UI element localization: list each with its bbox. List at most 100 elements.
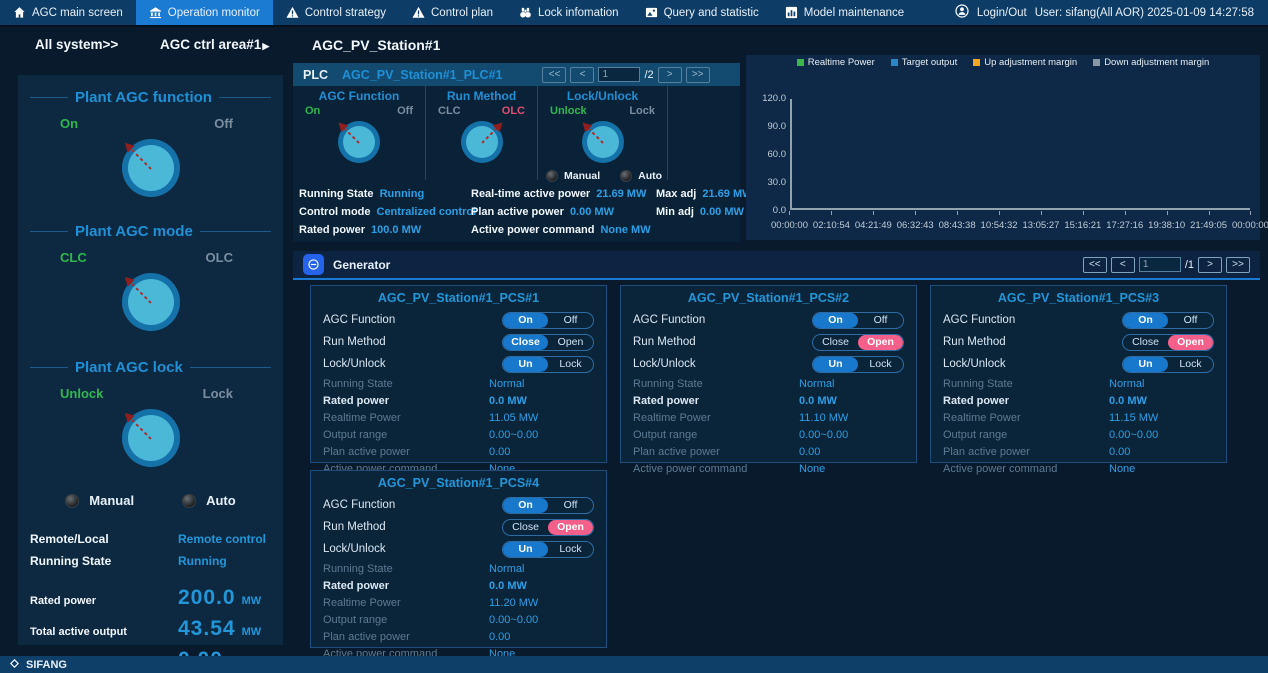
breadcrumb-agc-ctrl-area[interactable]: AGC ctrl area#1▶ (160, 37, 269, 52)
manual-radio[interactable] (65, 494, 79, 508)
toggle-option-close[interactable]: Close (1123, 335, 1168, 350)
agc-function-toggle[interactable]: On Off (812, 312, 904, 329)
nav-operation-monitor[interactable]: Operation monitor (136, 0, 273, 25)
plant-agc-lock-options: Unlock Lock (30, 386, 271, 401)
nav-model-maintenance[interactable]: Model maintenance (772, 0, 917, 25)
toggle-option-on[interactable]: On (813, 313, 858, 328)
nav-query-statistic[interactable]: Query and statistic (632, 0, 772, 25)
lock-unlock-toggle[interactable]: Un Lock (1122, 356, 1214, 373)
agc-function-toggle[interactable]: On Off (502, 497, 594, 514)
auto-radio[interactable] (182, 494, 196, 508)
run-method-toggle[interactable]: Close Open (1122, 334, 1214, 351)
auto-label: Auto (638, 170, 662, 182)
stat-realtime-active-power: Real-time active power21.69 MW (471, 188, 656, 200)
toggle-option-open[interactable]: Open (858, 335, 903, 350)
last-page-button[interactable]: >> (1226, 257, 1250, 273)
toggle-option-close[interactable]: Close (503, 335, 548, 350)
knob-needle (344, 128, 360, 144)
run-method-row: Run Method Close Open (633, 331, 904, 353)
option-olc[interactable]: OLC (502, 105, 525, 117)
agc-function-toggle[interactable]: On Off (1122, 312, 1214, 329)
agc-function-toggle[interactable]: On Off (502, 312, 594, 329)
pcs-card-title: AGC_PV_Station#1_PCS#3 (943, 291, 1214, 305)
stat-control-mode: Control modeCentralized control (299, 206, 471, 218)
toggle-option-lock[interactable]: Lock (858, 357, 903, 372)
toggle-option-unlock[interactable]: Un (1123, 357, 1168, 372)
plant-agc-lock-title: Plant AGC lock (30, 359, 271, 376)
agc-function-row: AGC Function On Off (323, 494, 594, 516)
toggle-option-close[interactable]: Close (813, 335, 858, 350)
nav-control-plan[interactable]: Control plan (399, 0, 506, 25)
auto-radio[interactable] (620, 170, 632, 182)
toggle-option-open[interactable]: Open (1168, 335, 1213, 350)
run-method-toggle[interactable]: Close Open (502, 519, 594, 536)
plc-run-method-knob[interactable] (461, 121, 503, 163)
option-unlock[interactable]: Unlock (60, 386, 103, 401)
nav-lock-information[interactable]: Lock infomation (506, 0, 632, 25)
toggle-option-lock[interactable]: Lock (1168, 357, 1213, 372)
plant-agc-function-knob[interactable] (122, 139, 180, 197)
toggle-option-unlock[interactable]: Un (813, 357, 858, 372)
rated-power-row: Rated power0.0 MW (323, 577, 594, 594)
toggle-option-lock[interactable]: Lock (548, 542, 593, 557)
lock-unlock-row: Lock/Unlock Un Lock (323, 538, 594, 560)
lock-unlock-toggle[interactable]: Un Lock (502, 356, 594, 373)
option-off[interactable]: Off (214, 116, 233, 131)
next-page-button[interactable]: > (1198, 257, 1222, 273)
page-input[interactable] (598, 67, 640, 82)
toggle-option-close[interactable]: Close (503, 520, 548, 535)
toggle-option-on[interactable]: On (503, 498, 548, 513)
toggle-option-on[interactable]: On (503, 313, 548, 328)
nav-agc-main-screen[interactable]: AGC main screen (0, 0, 136, 25)
option-on[interactable]: On (305, 105, 320, 117)
breadcrumb-station-title[interactable]: AGC_PV_Station#1 (312, 37, 440, 53)
option-clc[interactable]: CLC (438, 105, 461, 117)
plc-device-name[interactable]: AGC_PV_Station#1_PLC#1 (342, 68, 502, 82)
option-olc[interactable]: OLC (206, 250, 233, 265)
lock-unlock-toggle[interactable]: Un Lock (812, 356, 904, 373)
toggle-option-off[interactable]: Off (548, 313, 593, 328)
breadcrumb-all-system[interactable]: All system>> (35, 37, 118, 52)
nav-control-strategy[interactable]: Control strategy (273, 0, 399, 25)
toggle-option-unlock[interactable]: Un (503, 542, 548, 557)
next-page-button[interactable]: > (658, 67, 682, 83)
toggle-option-off[interactable]: Off (548, 498, 593, 513)
toggle-option-open[interactable]: Open (548, 520, 593, 535)
option-on[interactable]: On (60, 116, 78, 131)
toggle-option-lock[interactable]: Lock (548, 357, 593, 372)
login-out-link[interactable]: Login/Out (977, 7, 1027, 19)
last-page-button[interactable]: >> (686, 67, 710, 83)
active-power-command-row: Active power commandNone (943, 460, 1214, 477)
page-total: /2 (644, 69, 653, 81)
first-page-button[interactable]: << (1083, 257, 1107, 273)
running-state-value: Running (178, 554, 227, 568)
option-unlock[interactable]: Unlock (550, 105, 587, 117)
option-lock[interactable]: Lock (629, 105, 655, 117)
toggle-option-off[interactable]: Off (1168, 313, 1213, 328)
toggle-option-on[interactable]: On (1123, 313, 1168, 328)
run-method-toggle[interactable]: Close Open (502, 334, 594, 351)
rated-power-row: Rated power0.0 MW (633, 392, 904, 409)
plc-lock-unlock-knob[interactable] (582, 121, 624, 163)
manual-radio[interactable] (546, 170, 558, 182)
run-method-toggle[interactable]: Close Open (812, 334, 904, 351)
first-page-button[interactable]: << (542, 67, 566, 83)
plant-agc-lock-knob[interactable] (122, 409, 180, 467)
toggle-option-off[interactable]: Off (858, 313, 903, 328)
toggle-option-open[interactable]: Open (548, 335, 593, 350)
page-input[interactable] (1139, 257, 1181, 272)
chart-plot-area (790, 99, 1250, 210)
plant-agc-mode-knob[interactable] (122, 273, 180, 331)
option-clc[interactable]: CLC (60, 250, 87, 265)
running-state-label: Running State (30, 554, 178, 568)
chart-x-axis-labels: 00:00:0002:10:5404:21:4906:32:4308:43:38… (771, 220, 1268, 231)
option-off[interactable]: Off (397, 105, 413, 117)
home-icon (13, 6, 26, 19)
toggle-option-unlock[interactable]: Un (503, 357, 548, 372)
prev-page-button[interactable]: < (1111, 257, 1135, 273)
output-range-row: Output range0.00~0.00 (633, 426, 904, 443)
plc-agc-function-knob[interactable] (338, 121, 380, 163)
option-lock[interactable]: Lock (203, 386, 233, 401)
prev-page-button[interactable]: < (570, 67, 594, 83)
lock-unlock-toggle[interactable]: Un Lock (502, 541, 594, 558)
